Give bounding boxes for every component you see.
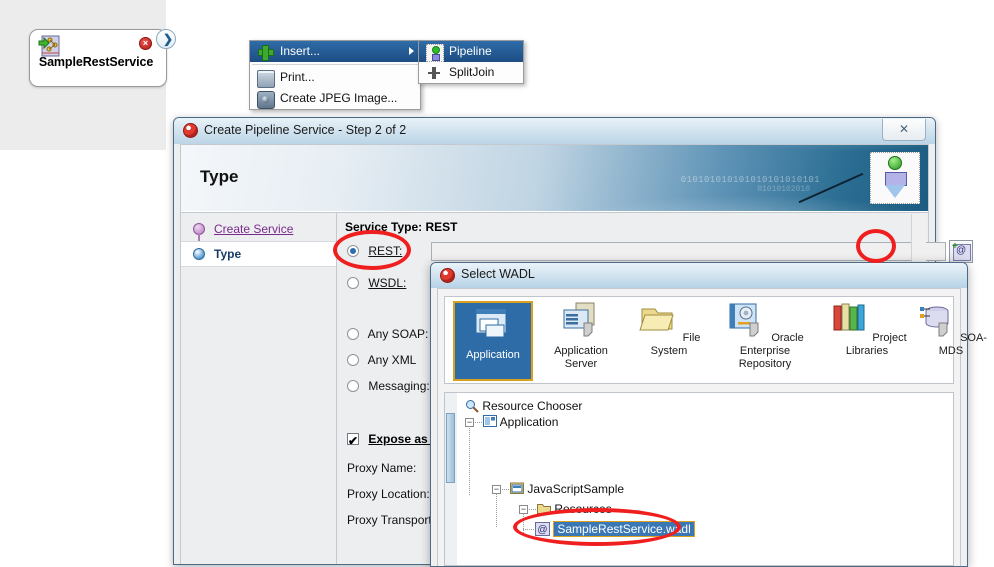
oracle-enterprise-repository-icon	[726, 303, 771, 344]
soa-mds-icon	[915, 306, 960, 344]
menu-item-pipeline[interactable]: Pipeline	[419, 41, 523, 62]
tree-connector	[475, 422, 482, 423]
wadl-dialog-title: Select WADL	[461, 267, 535, 281]
chevron-right-glyph: ❯	[163, 32, 174, 46]
search-icon	[466, 400, 479, 413]
wizard-banner: 010101010101010101010101 01010102010 Typ…	[181, 145, 928, 211]
source-application-label: Application	[466, 349, 520, 361]
radio-messaging[interactable]: Messaging:	[347, 379, 430, 393]
banner-binary-text-2: 01010102010	[757, 185, 810, 194]
menu-item-insert-label: Insert...	[280, 44, 321, 58]
source-file-system[interactable]: File System	[629, 301, 709, 358]
source-application-server-label: Application Server	[554, 345, 608, 370]
wadl-file-annotation-oval	[513, 508, 681, 546]
close-button[interactable]: ✕	[882, 119, 926, 141]
rest-radio-annotation-oval	[333, 230, 411, 270]
plus-glyph: +	[952, 241, 958, 252]
plus-icon	[257, 44, 274, 61]
radio-any-soap-label: Any SOAP:	[367, 327, 429, 341]
proxy-transport-label: Proxy Transport:	[347, 513, 436, 527]
radio-messaging-indicator	[347, 380, 359, 392]
tree-node-project-label: JavaScriptSample	[527, 482, 625, 496]
insert-submenu[interactable]: Pipeline SplitJoin	[418, 40, 524, 84]
radio-wsdl-indicator	[347, 277, 359, 289]
sidebar-item-type-label: Type	[214, 247, 242, 261]
scrollbar-thumb[interactable]	[446, 413, 455, 483]
source-soa-mds[interactable]: SOA-MDS	[911, 301, 991, 358]
menu-item-create-jpeg[interactable]: Create JPEG Image...	[250, 88, 420, 109]
menu-item-splitjoin[interactable]: SplitJoin	[419, 62, 523, 83]
camera-icon	[257, 91, 275, 109]
menu-item-splitjoin-label: SplitJoin	[449, 65, 495, 79]
menu-item-print[interactable]: Print...	[250, 67, 420, 88]
wizard-step-list: Create Service Type	[181, 213, 337, 564]
tree-node-application[interactable]: Application	[483, 414, 558, 430]
file-system-icon	[638, 308, 683, 344]
banner-binary-text: 010101010101010101010101	[680, 175, 820, 185]
tree-connector	[529, 509, 536, 510]
context-menu[interactable]: Insert... Print... Create JPEG Image...	[249, 40, 421, 110]
menu-item-print-label: Print...	[280, 70, 315, 84]
pipeline-icon	[426, 44, 444, 62]
chevron-right-icon	[409, 47, 414, 55]
wadl-title-bar[interactable]: Select WADL	[431, 263, 967, 288]
application-node-icon	[483, 415, 497, 427]
node-expand-arrow-icon[interactable]: ❯	[156, 29, 176, 49]
tree-node-application-label: Application	[499, 415, 559, 429]
radio-any-xml[interactable]: Any XML	[347, 353, 416, 367]
oracle-logo-icon	[440, 268, 455, 283]
proxy-location-label: Proxy Location:	[347, 487, 430, 501]
tree-header-row: Resource Chooser	[465, 398, 582, 414]
project-libraries-icon	[827, 303, 872, 344]
application-server-icon	[560, 302, 602, 344]
checkbox-indicator: ✔	[347, 433, 359, 448]
source-oracle-enterprise-repository[interactable]: Oracle Enterprise Repository	[713, 301, 817, 371]
oracle-logo-icon	[183, 123, 198, 138]
splitjoin-icon	[426, 65, 442, 81]
sidebar-item-create-service-label[interactable]: Create Service	[214, 222, 293, 236]
select-wadl-dialog: Select WADL Application Application Serv…	[430, 262, 987, 567]
menu-item-insert[interactable]: Insert...	[250, 41, 420, 62]
browse-wadl-button[interactable]: @ +	[949, 240, 973, 263]
step-bullet-icon	[193, 248, 205, 260]
expose-as-proxy-checkbox[interactable]: ✔ Expose as a	[347, 432, 438, 448]
wizard-title-bar[interactable]: Create Pipeline Service - Step 2 of 2 ✕	[174, 118, 935, 144]
error-badge-icon: ×	[139, 37, 152, 50]
radio-wsdl[interactable]: WSDL:	[347, 276, 406, 290]
project-folder-icon	[510, 482, 524, 494]
browse-button-annotation-oval	[856, 229, 896, 263]
source-project-libraries[interactable]: Project Libraries	[827, 301, 907, 358]
printer-icon	[257, 70, 275, 88]
tree-node-project[interactable]: JavaScriptSample	[510, 481, 624, 497]
sidebar-item-type[interactable]: Type	[181, 241, 336, 267]
radio-any-soap[interactable]: Any SOAP:	[347, 327, 428, 341]
resource-chooser-tree[interactable]: Resource Chooser − Application − JavaScr…	[444, 392, 954, 566]
pipeline-artwork-icon	[870, 152, 920, 204]
source-application[interactable]: Application	[453, 301, 533, 381]
wadl-source-toolbar: Application Application Server File Syst…	[444, 296, 987, 384]
proxy-name-label: Proxy Name:	[347, 461, 417, 475]
radio-wsdl-label: WSDL:	[368, 276, 407, 290]
radio-messaging-label: Messaging:	[368, 379, 430, 393]
source-application-server[interactable]: Application Server	[541, 301, 621, 371]
wizard-title: Create Pipeline Service - Step 2 of 2	[204, 123, 407, 137]
radio-any-xml-indicator	[347, 354, 359, 366]
menu-item-pipeline-label: Pipeline	[449, 44, 492, 58]
radio-any-xml-label: Any XML	[367, 353, 417, 367]
tree-header-label: Resource Chooser	[482, 399, 583, 413]
sidebar-item-create-service[interactable]: Create Service	[181, 217, 336, 243]
tree-connector	[496, 493, 497, 527]
radio-any-soap-indicator	[347, 328, 359, 340]
application-icon	[472, 308, 514, 348]
tree-vertical-scrollbar[interactable]	[445, 393, 457, 565]
expose-as-proxy-label: Expose as a	[368, 432, 438, 446]
page-title: Type	[200, 167, 239, 186]
menu-item-create-jpeg-label: Create JPEG Image...	[280, 91, 398, 105]
node-label: SampleRestService	[38, 55, 154, 69]
tree-connector	[502, 489, 509, 490]
menu-separator	[252, 64, 418, 65]
tree-connector	[469, 426, 470, 495]
